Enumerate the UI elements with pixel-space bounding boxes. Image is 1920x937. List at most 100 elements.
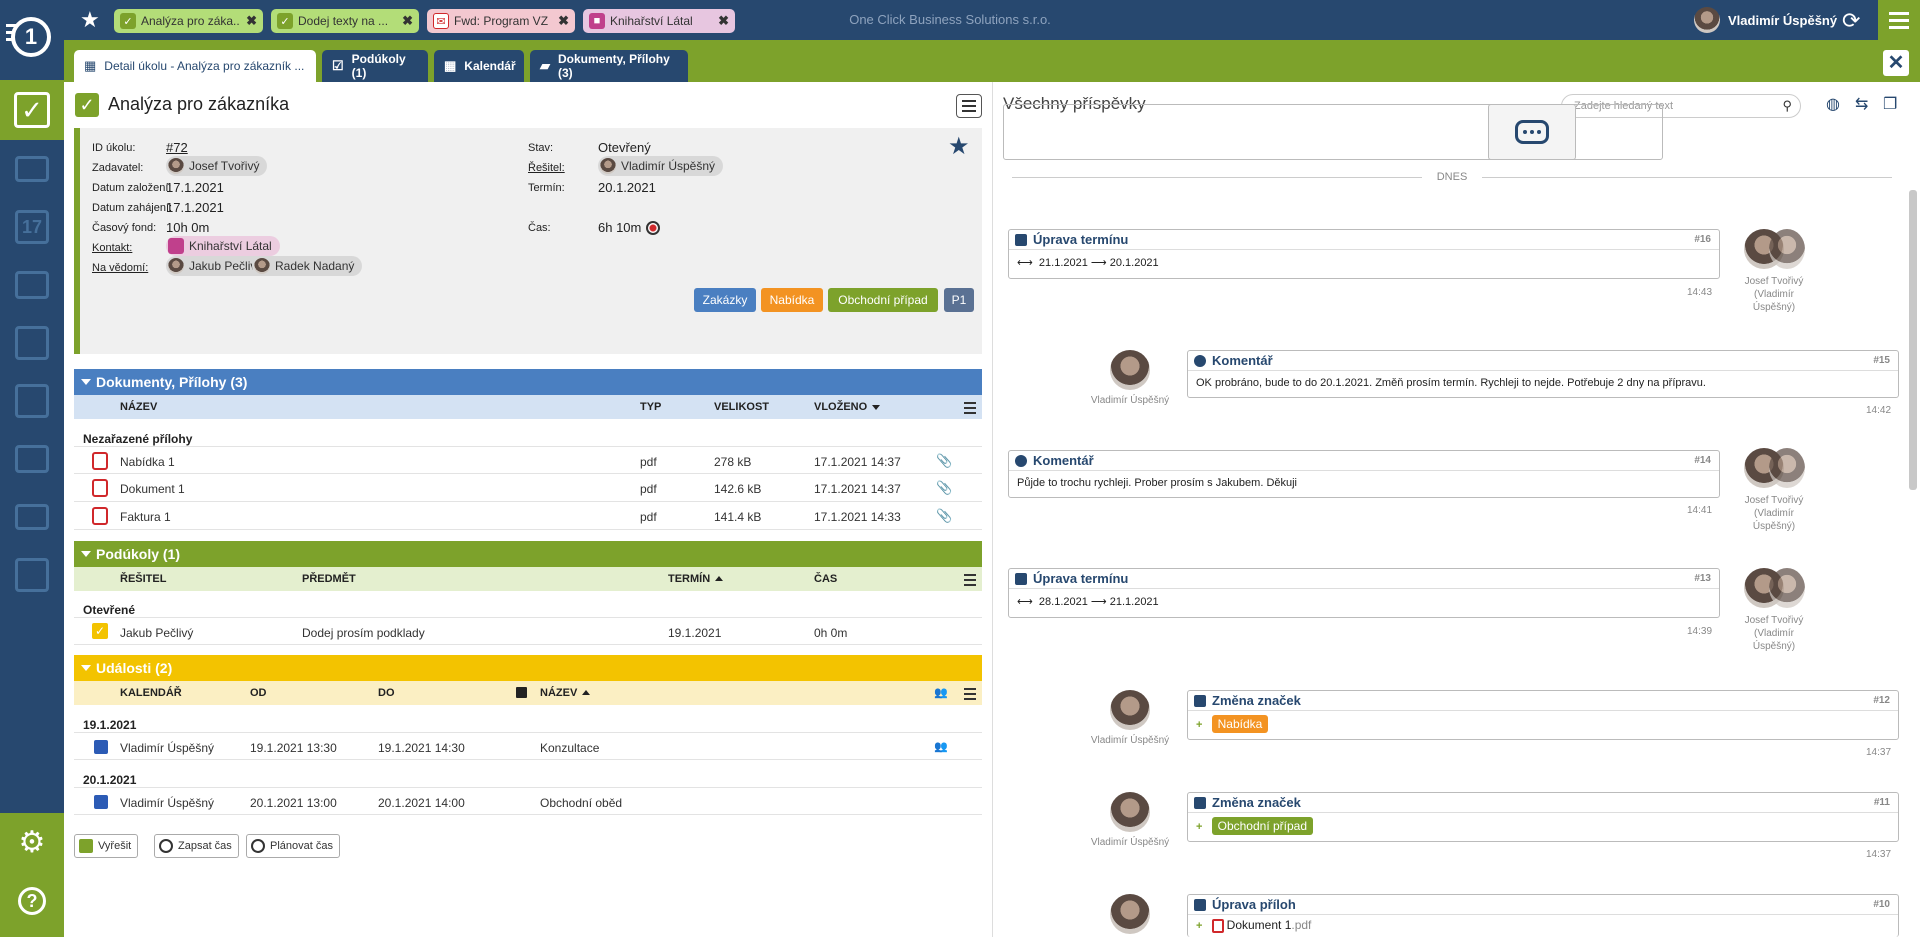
sort-asc-icon xyxy=(715,576,723,581)
sidebar-item-tasks[interactable]: ✓ xyxy=(0,80,64,140)
globe-icon[interactable]: ◍ xyxy=(1826,94,1840,114)
column-menu-icon[interactable] xyxy=(964,402,976,417)
tab-task-detail[interactable]: ▦ Detail úkolu - Analýza pro zákazník ..… xyxy=(74,50,316,82)
column-header[interactable]: OD xyxy=(250,687,267,699)
app-logo[interactable]: 1 xyxy=(0,0,64,80)
paperclip-icon[interactable]: 📎 xyxy=(936,508,952,524)
tag-button-obchodni-pripad[interactable]: Obchodní případ xyxy=(828,288,938,312)
send-comment-button[interactable] xyxy=(1488,104,1576,160)
close-icon[interactable]: ✖ xyxy=(402,13,413,29)
subtask-subject[interactable]: Dodej prosím podklady xyxy=(302,626,425,640)
table-row[interactable]: Faktura 1 pdf 141.4 kB 17.1.2021 14:33 📎 xyxy=(74,502,982,530)
top-tab-3[interactable]: ✉ Fwd: Program VZ ✖ xyxy=(427,9,575,33)
doc-name[interactable]: Dokument 1 xyxy=(120,482,185,496)
column-header[interactable]: TERMÍN xyxy=(668,573,710,585)
task-done-checkbox[interactable]: ✓ xyxy=(75,93,99,117)
event-to: 20.1.2021 14:00 xyxy=(378,796,465,810)
record-icon[interactable] xyxy=(646,221,660,235)
paperclip-icon[interactable]: 📎 xyxy=(936,453,952,469)
table-row[interactable]: ✓ Jakub Pečlivý Dodej prosím podklady 19… xyxy=(74,617,982,645)
tab-calendar[interactable]: ▦ Kalendář xyxy=(434,50,524,82)
doc-date: 17.1.2021 14:33 xyxy=(814,510,901,524)
column-menu-icon[interactable] xyxy=(964,688,976,703)
column-header[interactable]: PŘEDMĚT xyxy=(302,573,356,585)
watcher-chip[interactable]: Radek Nadaný xyxy=(252,256,363,276)
sidebar-item-mail[interactable] xyxy=(0,140,64,198)
sidebar-item-calendar[interactable]: 17 xyxy=(0,198,64,256)
favorite-star-icon[interactable]: ★ xyxy=(948,132,970,161)
sidebar-item-contacts[interactable] xyxy=(0,546,64,604)
close-icon[interactable]: ✖ xyxy=(558,13,569,29)
column-header[interactable]: ŘEŠITEL xyxy=(120,573,166,585)
table-row[interactable]: Vladimír Úspěšný 20.1.2021 13:00 20.1.20… xyxy=(74,787,982,815)
doc-name[interactable]: Faktura 1 xyxy=(120,510,171,524)
file-name[interactable]: Dokument 1 xyxy=(1227,918,1292,932)
favorites-star-icon[interactable]: ★ xyxy=(80,9,100,31)
priority-button[interactable]: P1 xyxy=(944,288,974,312)
time-spent: 6h 10m xyxy=(598,220,642,235)
top-tab-label: Analýza pro záka... xyxy=(141,14,241,28)
column-header[interactable]: NÁZEV xyxy=(540,687,577,699)
post-time: 14:37 xyxy=(1866,747,1892,758)
swap-icon[interactable]: ⇆ xyxy=(1855,94,1868,114)
event-name[interactable]: Konzultace xyxy=(540,741,599,755)
doc-name[interactable]: Nabídka 1 xyxy=(120,455,175,469)
gear-icon[interactable]: ⚙ xyxy=(16,827,48,859)
column-header[interactable]: VLOŽENO xyxy=(814,401,867,413)
resolve-button[interactable]: Vyřešit xyxy=(74,834,139,858)
button-label: Plánovat čas xyxy=(270,840,333,852)
tab-subtasks[interactable]: ☑ Podúkoly (1) xyxy=(322,50,428,82)
contact-chip[interactable]: Knihařství Látal xyxy=(166,236,280,256)
close-icon[interactable]: ✖ xyxy=(246,13,257,29)
assigner-chip[interactable]: Josef Tvořivý xyxy=(166,156,268,176)
task-menu-button[interactable] xyxy=(956,94,982,118)
subtask-check-icon[interactable]: ✓ xyxy=(92,623,108,639)
top-tab-2[interactable]: ✓ Dodej texty na ... ✖ xyxy=(271,9,419,33)
documents-section-header[interactable]: Dokumenty, Přílohy (3) xyxy=(74,369,982,395)
tag-button-nabidka[interactable]: Nabídka xyxy=(761,288,823,312)
section-title: Podúkoly (1) xyxy=(96,546,181,562)
events-section-header[interactable]: Události (2) xyxy=(74,655,982,681)
column-menu-icon[interactable] xyxy=(964,574,976,589)
subtasks-section-header[interactable]: Podúkoly (1) xyxy=(74,541,982,567)
tab-documents[interactable]: ▰ Dokumenty, Přílohy (3) xyxy=(530,50,688,82)
top-tab-1[interactable]: ✓ Analýza pro záka... ✖ xyxy=(114,9,263,33)
sidebar-item-lists[interactable] xyxy=(0,256,64,314)
column-header[interactable]: KALENDÁŘ xyxy=(120,687,182,699)
plus-icon: + xyxy=(1196,821,1203,833)
help-icon[interactable]: ? xyxy=(18,887,46,915)
copy-icon[interactable]: ❐ xyxy=(1883,94,1897,114)
column-header[interactable]: TYP xyxy=(640,401,661,413)
column-header[interactable]: DO xyxy=(378,687,395,699)
column-header[interactable]: VELIKOST xyxy=(714,401,769,413)
post-author: Vladimír Úspěšný xyxy=(1090,395,1170,406)
sidebar-item-share[interactable] xyxy=(0,372,64,430)
column-header[interactable]: ČAS xyxy=(814,573,837,585)
tag-icon xyxy=(1194,694,1206,707)
sidebar-item-org[interactable] xyxy=(0,430,64,488)
tag-button-zakazky[interactable]: Zakázky xyxy=(694,288,756,312)
sidebar-item-folder[interactable] xyxy=(0,488,64,546)
log-time-button[interactable]: Zapsat čas xyxy=(154,834,239,858)
event-name[interactable]: Obchodní oběd xyxy=(540,796,622,810)
task-id-link[interactable]: #72 xyxy=(166,140,188,155)
table-row[interactable]: Vladimír Úspěšný 19.1.2021 13:30 19.1.20… xyxy=(74,732,982,760)
mail-icon: ✉ xyxy=(433,13,449,29)
avatar xyxy=(1694,7,1720,33)
clock-icon xyxy=(251,839,265,853)
column-header[interactable]: NÁZEV xyxy=(120,401,157,413)
feed-scrollbar[interactable] xyxy=(1909,190,1917,490)
task-check-icon: ✓ xyxy=(120,13,136,29)
plan-time-button[interactable]: Plánovat čas xyxy=(246,834,340,858)
refresh-icon[interactable]: ⟳ xyxy=(1842,8,1860,34)
sidebar-item-clipboard[interactable] xyxy=(0,314,64,372)
table-row[interactable]: Nabídka 1 pdf 278 kB 17.1.2021 14:37 📎 xyxy=(74,446,982,474)
main-menu-button[interactable] xyxy=(1878,0,1920,40)
paperclip-icon[interactable]: 📎 xyxy=(936,480,952,496)
user-menu[interactable]: Vladimír Úspěšný xyxy=(1694,7,1837,33)
table-row[interactable]: Dokument 1 pdf 142.6 kB 17.1.2021 14:37 … xyxy=(74,474,982,502)
search-icon[interactable]: ⚲ xyxy=(1782,98,1792,114)
doc-size: 278 kB xyxy=(714,455,752,469)
solver-chip[interactable]: Vladimír Úspěšný xyxy=(598,156,724,176)
close-detail-button[interactable]: ✕ xyxy=(1883,50,1909,76)
